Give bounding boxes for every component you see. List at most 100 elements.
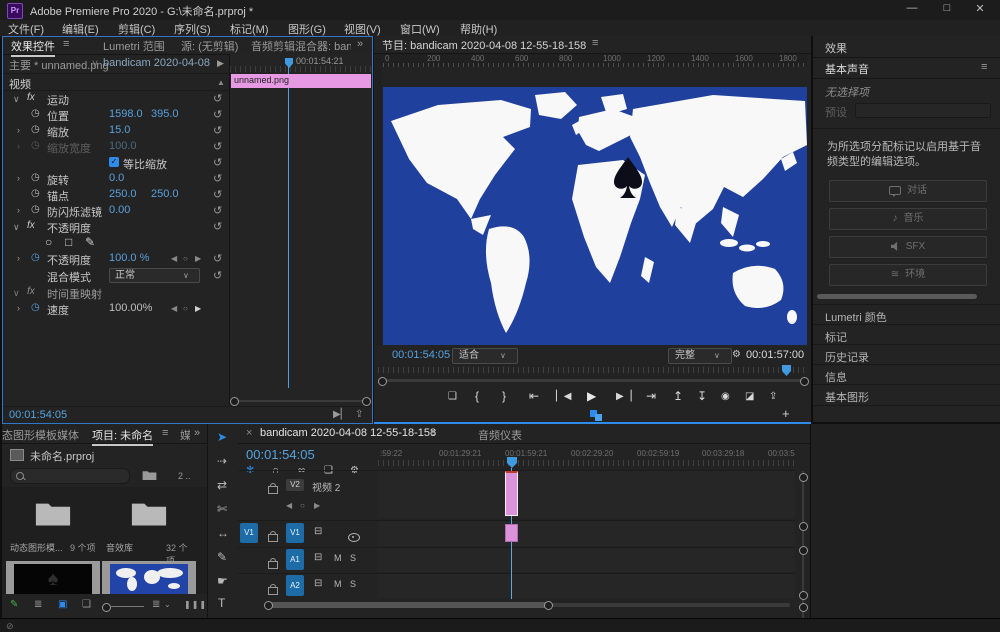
lift-button[interactable]: ↥ [673, 389, 683, 403]
ec-position-x-value[interactable]: 1598.0 [109, 108, 143, 120]
extract-button[interactable]: ↧ [697, 389, 707, 403]
ec-mini-hscrollbar[interactable] [232, 400, 368, 402]
timeline-hscroll-handle[interactable] [266, 602, 550, 608]
v2-keyframe-add-icon[interactable]: ○ [300, 501, 305, 510]
ec-anchor-y-value[interactable]: 250.0 [151, 188, 179, 200]
essential-graphics-header[interactable]: 基本图形 [813, 384, 1000, 406]
go-to-in-button[interactable]: ⇤ [529, 389, 539, 403]
tag-music-button[interactable]: ♪音乐 [829, 208, 987, 230]
go-to-out-button[interactable]: ⇥ [646, 389, 656, 403]
v2-keyframe-prev-icon[interactable]: ◀ [286, 501, 292, 510]
comparison-view-button[interactable]: ◪ [745, 391, 754, 402]
tab-audio-meters[interactable]: 音频仪表 [478, 427, 522, 443]
ec-remap-caret-icon[interactable]: ∨ [13, 288, 20, 299]
a1-lane[interactable] [378, 547, 795, 572]
a2-lock-icon[interactable] [268, 587, 278, 595]
pen-tool[interactable]: ✎ [217, 550, 227, 564]
program-add-button[interactable]: + [782, 406, 790, 421]
ec-anchor-reset-icon[interactable]: ↺ [213, 188, 222, 201]
selection-tool[interactable]: ➤ [217, 430, 227, 444]
tag-sfx-button[interactable]: SFX [829, 236, 987, 258]
ec-mini-ruler[interactable] [230, 66, 372, 72]
program-scroll-right-handle[interactable] [800, 377, 809, 386]
ec-rotation-reset-icon[interactable]: ↺ [213, 172, 222, 185]
markers-header[interactable]: 标记 [813, 324, 1000, 345]
ec-rotation-stopwatch-icon[interactable]: ◷ [31, 172, 40, 183]
tab-source-monitor[interactable]: 源: (无剪辑) [181, 38, 238, 54]
clip-v1[interactable] [505, 524, 518, 542]
sort-icon[interactable]: ≣ [152, 599, 160, 610]
ec-position-y-value[interactable]: 395.0 [151, 108, 179, 120]
bin-item-sfx[interactable]: 音效库 32 个项 [102, 487, 196, 557]
ec-rotation-value[interactable]: 0.0 [109, 172, 124, 184]
ec-opacity-reset-icon[interactable]: ↺ [213, 220, 222, 233]
list-view-button[interactable]: ≣ [34, 599, 42, 610]
ec-scale-value[interactable]: 15.0 [109, 124, 130, 136]
slip-tool[interactable]: ↔ [217, 526, 229, 540]
a1-solo-button[interactable]: S [350, 553, 356, 563]
tab-media-browser[interactable]: 媒 [180, 427, 190, 443]
vscroll-handle[interactable] [799, 473, 808, 482]
vscroll-handle[interactable] [799, 546, 808, 555]
sort-caret-icon[interactable]: ⌄ [164, 600, 171, 609]
panel-menu-icon[interactable]: ≡ [63, 38, 69, 50]
zoom-slider-handle[interactable] [102, 603, 111, 612]
tab-timeline-sequence[interactable]: bandicam 2020-04-08 12-55-18-158 [260, 427, 436, 439]
v1-lane[interactable] [378, 520, 795, 546]
freeform-view-button[interactable]: ❏ [82, 599, 91, 610]
thumbnail-spade-clip[interactable]: ♠ [6, 561, 100, 594]
program-quality-select[interactable]: 完整 [668, 348, 732, 364]
ellipse-mask-icon[interactable]: ○ [45, 235, 52, 249]
keyframe-next-icon[interactable]: ▶ [195, 304, 201, 313]
v2-track-label[interactable]: 视频 2 [312, 479, 340, 494]
tag-ambience-button[interactable]: ≋环境 [829, 264, 987, 286]
menu-file[interactable]: 文件(F) [8, 21, 44, 37]
ec-anchor-x-value[interactable]: 250.0 [109, 188, 137, 200]
razor-tool[interactable]: ✄ [217, 502, 227, 516]
tab-audio-clip-mixer[interactable]: 音频剪辑混合器: bandicam 2020-04-0 [251, 38, 351, 54]
menu-edit[interactable]: 编辑(E) [62, 21, 99, 37]
a1-sync-lock-icon[interactable]: ⊟ [314, 552, 322, 563]
ec-opacity-stopwatch-icon[interactable]: ◷ [31, 252, 40, 263]
play-button[interactable]: ▶ [587, 389, 596, 403]
ec-anchor-stopwatch-icon[interactable]: ◷ [31, 188, 40, 199]
export-frame-button[interactable]: ◉ [721, 391, 730, 402]
keyframe-prev-icon[interactable]: ◀ [171, 304, 177, 313]
v1-lock-icon[interactable] [268, 534, 278, 542]
a1-lock-icon[interactable] [268, 561, 278, 569]
tab-lumetri-scopes[interactable]: Lumetri 范围 [103, 38, 165, 54]
a2-sync-lock-icon[interactable]: ⊟ [314, 578, 322, 589]
track-select-forward-tool[interactable]: ⇢ [217, 454, 227, 468]
ec-opacity-group-caret-icon[interactable]: ∨ [13, 222, 20, 233]
ec-blend-caret-icon[interactable]: ∨ [183, 271, 189, 280]
v1-track-badge[interactable]: V1 [286, 523, 304, 543]
menu-graphics[interactable]: 图形(G) [288, 21, 326, 37]
panel-focus-indicator-icon[interactable] [595, 414, 602, 421]
tab-overflow-icon[interactable]: » [357, 38, 363, 50]
type-tool[interactable]: T [218, 596, 225, 610]
program-scrollbar[interactable] [382, 379, 803, 382]
v2-track-badge[interactable]: V2 [286, 479, 304, 491]
project-panel-menu-icon[interactable]: ≡ [162, 427, 168, 439]
hand-tool[interactable]: ☛ [217, 574, 228, 588]
ec-motion-reset-icon[interactable]: ↺ [213, 92, 222, 105]
ec-speed-stopwatch-icon[interactable]: ◷ [31, 302, 40, 313]
keyframe-add-icon[interactable]: ○ [183, 304, 188, 313]
v1-sync-lock-icon[interactable]: ⊟ [314, 526, 322, 537]
ec-opacity-value[interactable]: 100.0 % [109, 252, 149, 264]
program-scrub-ticks[interactable] [378, 367, 807, 373]
ripple-edit-tool[interactable]: ⇄ [217, 478, 227, 492]
vscroll-handle[interactable] [799, 522, 808, 531]
ec-source-caret-icon[interactable]: ∨ [91, 57, 99, 70]
ec-scale-width-reset-icon[interactable]: ↺ [213, 140, 222, 153]
hscroll-right-handle[interactable] [544, 601, 553, 610]
step-back-button[interactable]: ▏◀ [556, 391, 571, 402]
ec-opacity-caret-icon[interactable]: › [17, 253, 20, 263]
ec-antiflicker-value[interactable]: 0.00 [109, 204, 130, 216]
ec-sequence-name[interactable]: bandicam 2020-04-08 12-55-18-... [103, 57, 211, 69]
ec-position-stopwatch-icon[interactable]: ◷ [31, 108, 40, 119]
menu-sequence[interactable]: 序列(S) [174, 21, 211, 37]
menu-view[interactable]: 视图(V) [344, 21, 381, 37]
project-file-name[interactable]: 未命名.prproj [30, 448, 94, 464]
program-scroll-left-handle[interactable] [378, 377, 387, 386]
